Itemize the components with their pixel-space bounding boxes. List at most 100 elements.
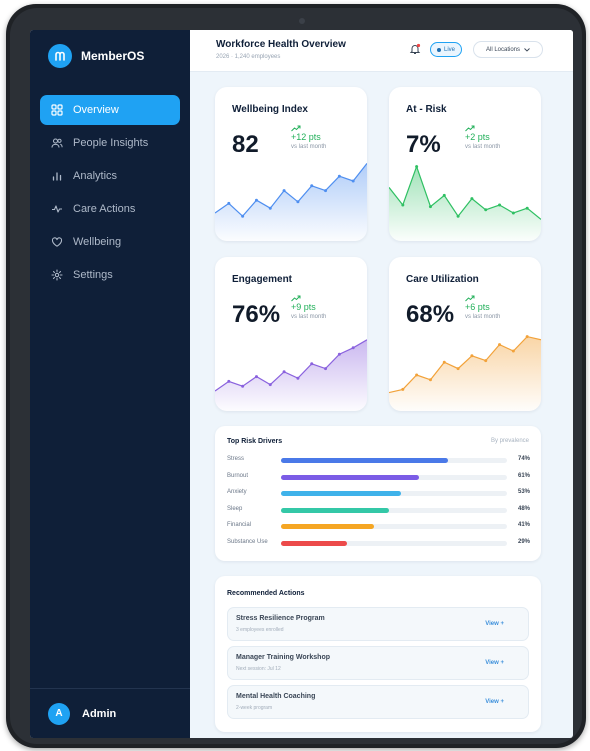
sparkline-point <box>442 360 446 364</box>
brand-logo-icon <box>48 44 72 68</box>
risk-label: Burnout <box>227 472 249 479</box>
view-button[interactable]: View + <box>485 660 504 666</box>
kpi-card-care-utilization[interactable]: Care Utilization 68% +6 pts vs last mont… <box>389 257 541 411</box>
sparkline-point <box>227 379 231 383</box>
kpi-delta: +2 pts <box>465 132 490 142</box>
view-button[interactable]: View + <box>485 621 504 627</box>
user-profile[interactable]: A Admin <box>30 688 190 738</box>
kpi-trend: +6 pts vs last month <box>465 295 500 322</box>
kpi-card-at-risk[interactable]: At - Risk 7% +2 pts vs last month <box>389 87 541 241</box>
sparkline-point <box>401 203 405 207</box>
location-value: All Locations <box>485 46 521 53</box>
action-title: Stress Resilience Program <box>236 615 325 622</box>
panel-title: Recommended Actions <box>227 590 305 597</box>
sparkline-point <box>511 349 515 353</box>
heart-icon <box>51 237 63 247</box>
sidebar-item-settings[interactable]: Settings <box>40 260 180 290</box>
action-subtitle: 3 employees enrolled <box>236 627 284 633</box>
risk-label: Substance Use <box>227 538 268 545</box>
risk-bar-track <box>281 474 507 480</box>
risk-percent: 48% <box>517 505 530 512</box>
view-button[interactable]: View + <box>485 699 504 705</box>
risk-label: Anxiety <box>227 489 247 495</box>
sidebar-item-people-insights[interactable]: People Insights <box>40 128 180 158</box>
sparkline-point <box>456 367 460 371</box>
action-title: Mental Health Coaching <box>236 693 316 700</box>
risk-row-burnout: Burnout 61% <box>227 472 530 482</box>
sparkline-point <box>337 174 341 178</box>
sparkline-point <box>428 205 432 209</box>
sparkline-point <box>337 352 341 356</box>
risk-bar-track <box>281 507 507 513</box>
brand-name: MemberOS <box>81 49 145 63</box>
people-icon <box>51 138 63 148</box>
sparkline-point <box>415 373 419 377</box>
action-item-manager-training[interactable]: Manager Training Workshop Next session: … <box>227 646 529 680</box>
sparkline-point <box>498 343 502 347</box>
tablet-device: MemberOS Overview People Insights Analyt… <box>6 4 586 748</box>
pulse-icon <box>52 205 62 213</box>
sidebar-item-overview[interactable]: Overview <box>40 95 180 125</box>
sparkline-point <box>456 214 460 218</box>
sidebar-item-label: Care Actions <box>73 203 136 215</box>
risk-row-stress: Stress 74% <box>227 455 530 465</box>
sparkline-point <box>428 378 432 382</box>
trend-up-icon <box>465 125 475 132</box>
kpi-card-wellbeing[interactable]: Wellbeing Index 82 +12 pts vs last month <box>215 87 367 241</box>
sidebar: MemberOS Overview People Insights Analyt… <box>30 30 190 738</box>
kpi-delta: +12 pts <box>291 132 321 142</box>
app-screen: MemberOS Overview People Insights Analyt… <box>30 30 573 738</box>
risk-row-anxiety: Anxiety 53% <box>227 488 530 498</box>
recommended-actions-panel: Recommended Actions Stress Resilience Pr… <box>215 576 541 732</box>
sparkline-area <box>215 163 367 241</box>
action-item-mental-health-coaching[interactable]: Mental Health Coaching 2-week program Vi… <box>227 685 529 719</box>
kpi-card-engagement[interactable]: Engagement 76% +9 pts vs last month <box>215 257 367 411</box>
sparkline-point <box>254 375 258 379</box>
action-item-stress-resilience[interactable]: Stress Resilience Program 3 employees en… <box>227 607 529 641</box>
sparkline-point <box>296 200 300 204</box>
sparkline-point <box>324 367 328 371</box>
chevron-down-icon <box>524 47 530 52</box>
sparkline-point <box>268 383 272 387</box>
risk-drivers-panel: Top Risk Drivers By prevalence Stress 74… <box>215 426 541 561</box>
kpi-delta: +6 pts <box>465 302 490 312</box>
risk-bar-track <box>281 458 507 463</box>
kpi-title: Wellbeing Index <box>232 104 308 115</box>
sidebar-item-care-actions[interactable]: Care Actions <box>40 194 180 224</box>
risk-row-substance-use: Substance Use 29% <box>227 538 530 548</box>
risk-label: Stress <box>227 456 245 462</box>
risk-label: Financial <box>227 522 252 528</box>
live-toggle[interactable]: Live <box>430 42 462 57</box>
sidebar-item-label: Overview <box>73 104 119 116</box>
action-subtitle: Next session: Jul 12 <box>236 666 281 672</box>
trend-up-icon <box>291 125 301 132</box>
risk-percent: 61% <box>517 472 530 479</box>
bell-icon[interactable] <box>409 43 421 55</box>
location-select[interactable]: All Locations <box>473 41 543 58</box>
panel-title: Top Risk Drivers <box>227 438 283 445</box>
risk-bar-track <box>281 540 507 546</box>
risk-percent: 53% <box>517 489 530 495</box>
risk-label: Sleep <box>227 505 243 512</box>
sparkline-point <box>241 214 245 218</box>
sparkline-point <box>351 179 355 183</box>
risk-percent: 41% <box>517 522 530 528</box>
sparkline-point <box>470 354 474 358</box>
panel-hint: By prevalence <box>490 438 529 444</box>
sparkline-point <box>415 165 419 169</box>
bar-chart-icon <box>52 172 62 181</box>
risk-percent: 74% <box>517 456 530 462</box>
sparkline-point <box>442 193 446 197</box>
page-subtitle: 2026 · 1,240 employees <box>216 54 281 60</box>
sparkline-point <box>401 387 405 391</box>
sidebar-item-wellbeing[interactable]: Wellbeing <box>40 227 180 257</box>
kpi-sparkline <box>215 339 367 411</box>
risk-row-financial: Financial 41% <box>227 521 530 531</box>
camera-dot <box>299 18 305 24</box>
risk-bar-fill <box>281 507 390 513</box>
action-subtitle: 2-week program <box>236 705 273 711</box>
sparkline-area <box>389 336 541 411</box>
brand[interactable]: MemberOS <box>48 44 144 68</box>
sidebar-item-analytics[interactable]: Analytics <box>40 161 180 191</box>
sparkline-area <box>389 166 541 241</box>
